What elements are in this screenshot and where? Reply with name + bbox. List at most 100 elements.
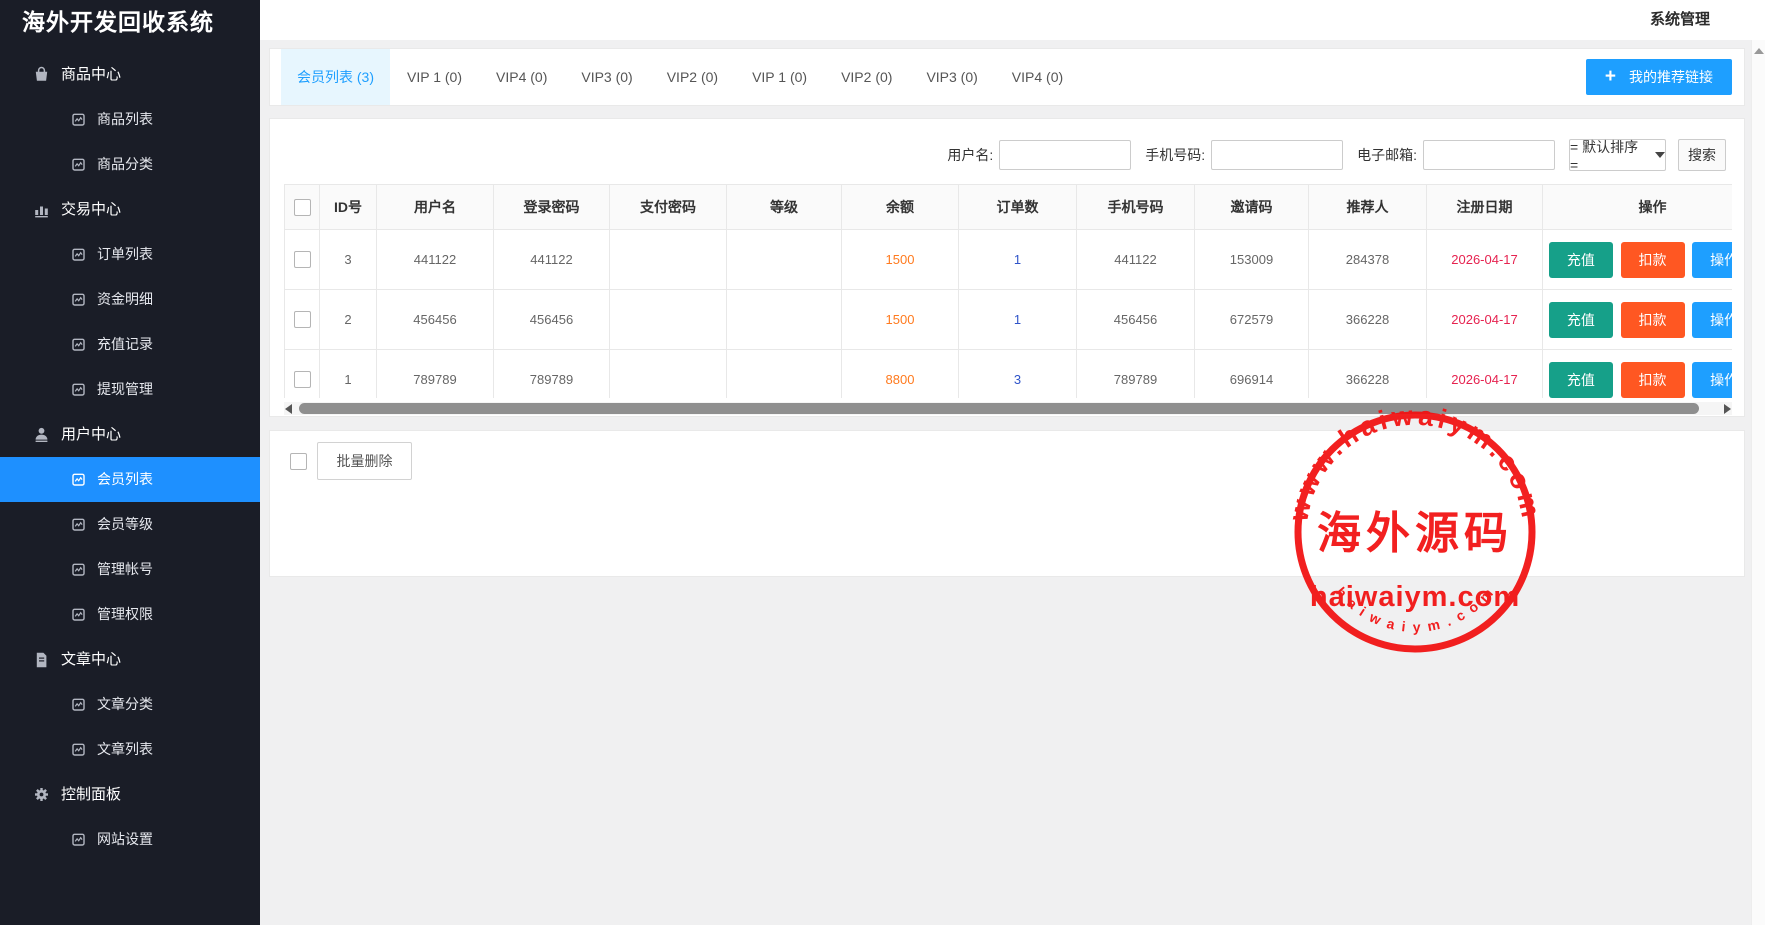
sidebar-item-fund-details[interactable]: 资金明细 [0, 277, 260, 322]
sidebar-item-label: 会员列表 [97, 457, 153, 502]
search-button[interactable]: 搜索 [1678, 139, 1726, 171]
cell-orders-link[interactable]: 1 [959, 290, 1077, 350]
deduct-button[interactable]: 扣款 [1621, 362, 1685, 398]
username-input[interactable] [999, 140, 1131, 170]
tab-vip1-b[interactable]: VIP 1 (0) [735, 49, 824, 105]
report-icon [71, 382, 86, 397]
operate-button[interactable]: 操作 [1692, 242, 1732, 278]
sidebar-item-admin-accounts[interactable]: 管理帐号 [0, 547, 260, 592]
cell-login-password: 456456 [494, 290, 610, 350]
cell-actions: 充值 扣款 操作 [1543, 290, 1733, 350]
cell-id: 3 [320, 230, 377, 290]
cell-orders-link[interactable]: 1 [959, 230, 1077, 290]
sidebar-item-withdraw-management[interactable]: 提现管理 [0, 367, 260, 412]
tab-vip2-b[interactable]: VIP2 (0) [824, 49, 909, 105]
tab-vip3-b[interactable]: VIP3 (0) [909, 49, 994, 105]
cell-invite-code: 153009 [1195, 230, 1309, 290]
email-input[interactable] [1423, 140, 1555, 170]
sidebar-item-user-center[interactable]: 用户中心 [0, 412, 260, 457]
cell-username: 441122 [377, 230, 494, 290]
sidebar-item-label: 管理权限 [97, 592, 153, 637]
select-all-checkbox[interactable] [294, 199, 311, 216]
report-icon [71, 292, 86, 307]
deduct-button[interactable]: 扣款 [1621, 302, 1685, 338]
sort-select[interactable]: = 默认排序 = [1569, 139, 1666, 171]
cell-reg-date: 2026-04-17 [1427, 230, 1543, 290]
cell-level [727, 350, 842, 399]
phone-input[interactable] [1211, 140, 1343, 170]
report-icon [71, 517, 86, 532]
sidebar-item-control-panel[interactable]: 控制面板 [0, 772, 260, 817]
my-referral-link-button[interactable]: + 我的推荐链接 [1586, 59, 1732, 95]
table-row: 3 441122 441122 1500 1 441122 153009 284… [285, 230, 1733, 290]
cell-orders-link[interactable]: 3 [959, 350, 1077, 399]
system-admin-menu[interactable]: 系统管理 [1650, 0, 1710, 40]
tab-vip3-a[interactable]: VIP3 (0) [564, 49, 649, 105]
recharge-button[interactable]: 充值 [1549, 362, 1613, 398]
gear-icon [33, 786, 50, 803]
cell-level [727, 290, 842, 350]
tabs-card: 会员列表 (3) VIP 1 (0) VIP4 (0) VIP3 (0) VIP… [269, 48, 1745, 106]
vertical-scrollbar[interactable] [1751, 40, 1765, 925]
recharge-button[interactable]: 充值 [1549, 242, 1613, 278]
sidebar-item-label: 充值记录 [97, 322, 153, 367]
tab-vip4-b[interactable]: VIP4 (0) [995, 49, 1080, 105]
cell-pay-password [610, 230, 727, 290]
tab-vip1-a[interactable]: VIP 1 (0) [390, 49, 479, 105]
horizontal-scrollbar-thumb[interactable] [299, 403, 1699, 414]
batch-actions-card: 批量删除 [269, 430, 1745, 577]
col-login-password: 登录密码 [494, 185, 610, 230]
cell-reg-date: 2026-04-17 [1427, 350, 1543, 399]
col-reg-date: 注册日期 [1427, 185, 1543, 230]
scroll-right-icon[interactable] [1724, 404, 1731, 414]
tab-vip4-a[interactable]: VIP4 (0) [479, 49, 564, 105]
cell-referrer: 366228 [1309, 290, 1427, 350]
scroll-up-icon[interactable] [1754, 48, 1764, 54]
col-id: ID号 [320, 185, 377, 230]
sidebar-item-member-level[interactable]: 会员等级 [0, 502, 260, 547]
scroll-left-icon[interactable] [285, 404, 292, 414]
operate-button[interactable]: 操作 [1692, 362, 1732, 398]
cell-id: 2 [320, 290, 377, 350]
report-icon [71, 337, 86, 352]
cell-phone: 441122 [1077, 230, 1195, 290]
sidebar-item-product-center[interactable]: 商品中心 [0, 52, 260, 97]
batch-select-checkbox[interactable] [290, 453, 307, 470]
recharge-button[interactable]: 充值 [1549, 302, 1613, 338]
cell-invite-code: 696914 [1195, 350, 1309, 399]
sidebar-item-article-category[interactable]: 文章分类 [0, 682, 260, 727]
deduct-button[interactable]: 扣款 [1621, 242, 1685, 278]
report-icon [71, 562, 86, 577]
batch-delete-button[interactable]: 批量删除 [317, 442, 412, 480]
col-balance: 余额 [842, 185, 959, 230]
cell-balance: 8800 [842, 350, 959, 399]
sidebar-item-member-list[interactable]: 会员列表 [0, 457, 260, 502]
stamp-center-en-text: haiwaiym.com [1310, 581, 1520, 613]
sidebar-item-product-list[interactable]: 商品列表 [0, 97, 260, 142]
cell-referrer: 366228 [1309, 350, 1427, 399]
sidebar-item-trade-center[interactable]: 交易中心 [0, 187, 260, 232]
horizontal-scrollbar[interactable] [284, 402, 1732, 415]
tab-member-list[interactable]: 会员列表 (3) [281, 49, 390, 105]
cell-referrer: 284378 [1309, 230, 1427, 290]
sidebar-item-article-list[interactable]: 文章列表 [0, 727, 260, 772]
cell-username: 789789 [377, 350, 494, 399]
sidebar-item-order-list[interactable]: 订单列表 [0, 232, 260, 277]
tab-vip2-a[interactable]: VIP2 (0) [650, 49, 735, 105]
col-referrer: 推荐人 [1309, 185, 1427, 230]
table-row: 1 789789 789789 8800 3 789789 696914 366… [285, 350, 1733, 399]
sidebar-item-article-center[interactable]: 文章中心 [0, 637, 260, 682]
cell-invite-code: 672579 [1195, 290, 1309, 350]
phone-label: 手机号码: [1145, 145, 1205, 165]
report-icon [71, 247, 86, 262]
sidebar-item-label: 控制面板 [61, 772, 121, 817]
sidebar-item-site-settings[interactable]: 网站设置 [0, 817, 260, 862]
cell-pay-password [610, 350, 727, 399]
sidebar-item-recharge-records[interactable]: 充值记录 [0, 322, 260, 367]
row-checkbox[interactable] [294, 371, 311, 388]
operate-button[interactable]: 操作 [1692, 302, 1732, 338]
sidebar-item-product-category[interactable]: 商品分类 [0, 142, 260, 187]
sidebar-item-admin-permissions[interactable]: 管理权限 [0, 592, 260, 637]
row-checkbox[interactable] [294, 251, 311, 268]
row-checkbox[interactable] [294, 311, 311, 328]
